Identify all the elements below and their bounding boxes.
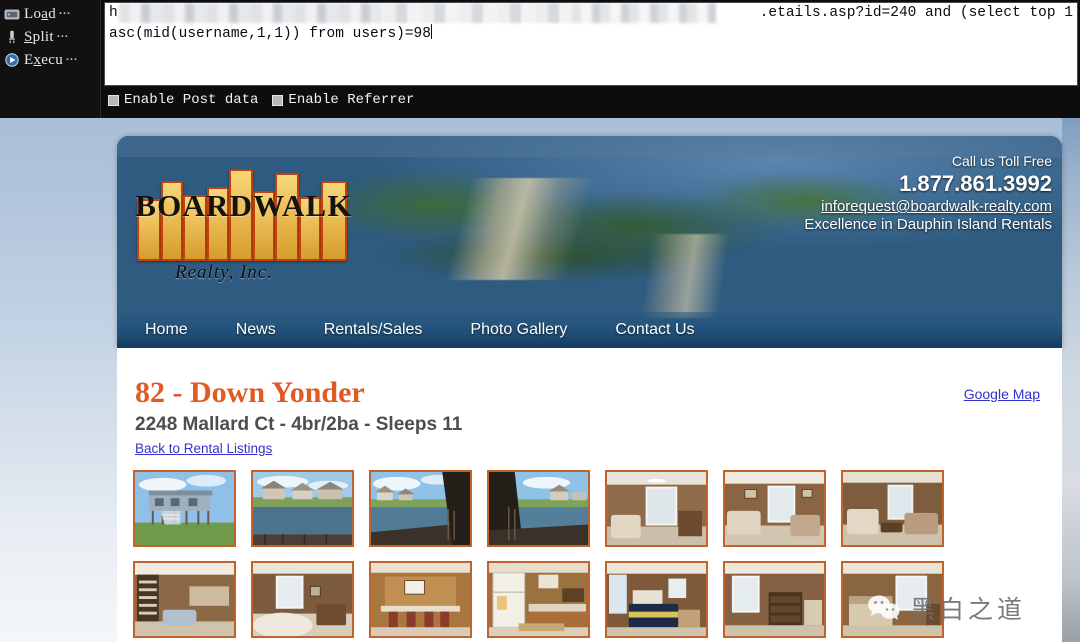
listing-content: Google Map 82 - Down Yonder 2248 Mallard…: [117, 348, 1062, 642]
kitchen-bar-stools-photo: [371, 563, 470, 636]
thumbnail-item[interactable]: [723, 470, 826, 547]
url-line-two: asc(mid(username,1,1)) from users)=98: [105, 24, 1077, 45]
wechat-icon: [867, 595, 900, 620]
nav-item-contact-us[interactable]: Contact Us: [615, 321, 694, 339]
site-banner: BOARDWALK Realty, Inc. Call us Toll Free…: [117, 136, 1062, 348]
nav-item-home[interactable]: Home: [145, 321, 188, 339]
screenshot-root: Load ··· Split ··· Execu ··· h .etails.a…: [0, 0, 1080, 642]
banner-shoreline-overlay-2: [495, 233, 1044, 319]
nav-item-news[interactable]: News: [236, 321, 276, 339]
living-room-dark-panel-photo: [843, 472, 942, 545]
wechat-watermark: 黑白之道: [867, 590, 1026, 626]
url-prefix: h: [109, 5, 118, 21]
enable-referrer-checkbox[interactable]: Enable Referrer: [272, 92, 414, 108]
checkbox-box: [108, 94, 119, 106]
execute-button-label: Execu: [24, 51, 63, 68]
options-row: Enable Post data Enable Referrer: [108, 92, 414, 108]
load-button[interactable]: Load ···: [4, 3, 100, 25]
page-right-gradient: [1062, 118, 1080, 642]
enable-referrer-label: Enable Referrer: [288, 92, 415, 108]
redacted-url-block-2: [383, 3, 571, 23]
den-bookshelf-photo: [135, 563, 234, 636]
browser-viewport: BOARDWALK Realty, Inc. Call us Toll Free…: [0, 118, 1080, 642]
watermark-text: 黑白之道: [909, 597, 1026, 624]
logo-wordmark: BOARDWALK: [135, 188, 353, 223]
bedroom-navy-bed-photo: [607, 563, 706, 636]
thumbnail-item[interactable]: [723, 561, 826, 638]
kitchen-fridge-photo: [489, 563, 588, 636]
url-line-one: h .etails.asp?id=240 and (select top 1: [105, 3, 1077, 24]
canal-boardwalk-right-photo: [489, 472, 588, 545]
site-tagline: Excellence in Dauphin Island Rentals: [804, 216, 1052, 234]
living-room-white-sofa-photo: [253, 563, 352, 636]
thumbnail-item[interactable]: [605, 561, 708, 638]
redacted-url-block-1: [119, 3, 383, 23]
contact-block: Call us Toll Free 1.877.861.3992 inforeq…: [804, 153, 1052, 234]
thumbnail-item[interactable]: [605, 470, 708, 547]
split-button-label: Split: [24, 28, 54, 45]
canal-view-houses-photo: [253, 472, 352, 545]
enable-post-data-label: Enable Post data: [124, 92, 259, 108]
thumbnail-item[interactable]: [133, 470, 236, 547]
redacted-url-block-3: [571, 3, 716, 23]
url-suffix: .etails.asp?id=240 and (select top 1: [759, 5, 1073, 21]
load-button-label: Load: [24, 5, 57, 22]
nav-item-photo-gallery[interactable]: Photo Gallery: [470, 321, 567, 339]
split-button[interactable]: Split ···: [4, 26, 100, 48]
thumbnail-item[interactable]: [251, 561, 354, 638]
sql-tool-panel: Load ··· Split ··· Execu ··· h .etails.a…: [0, 0, 1080, 118]
thumbnail-item[interactable]: [133, 561, 236, 638]
back-to-listings-link[interactable]: Back to Rental Listings: [135, 441, 272, 456]
toll-free-label: Call us Toll Free: [951, 153, 1052, 169]
url-query-textarea[interactable]: h .etails.asp?id=240 and (select top 1 as…: [104, 2, 1078, 86]
thumbnail-item[interactable]: [487, 561, 590, 638]
phone-number: 1.877.861.3992: [899, 170, 1052, 196]
execute-button[interactable]: Execu ···: [4, 49, 100, 71]
thumbnail-item[interactable]: [487, 470, 590, 547]
house-exterior-stilts-photo: [135, 472, 234, 545]
canal-boardwalk-left-photo: [371, 472, 470, 545]
living-room-wicker-photo: [607, 472, 706, 545]
google-map-link[interactable]: Google Map: [964, 386, 1040, 402]
website-container: BOARDWALK Realty, Inc. Call us Toll Free…: [117, 118, 1062, 642]
execute-play-icon: [5, 53, 19, 67]
listing-subtitle: 2248 Mallard Ct - 4br/2ba - Sleeps 11: [135, 414, 463, 435]
listing-title: 82 - Down Yonder: [135, 376, 365, 409]
bedroom-dresser-photo: [725, 563, 824, 636]
split-button-ellipsis: ···: [55, 28, 69, 45]
boardwalk-logo[interactable]: BOARDWALK Realty, Inc.: [135, 150, 353, 295]
thumbnail-item[interactable]: [841, 470, 944, 547]
checkbox-box: [272, 94, 284, 106]
thumbnail-item[interactable]: [251, 470, 354, 547]
execute-button-ellipsis: ···: [65, 51, 78, 68]
living-room-sofa-photo: [725, 472, 824, 545]
thumbnail-item[interactable]: [369, 470, 472, 547]
split-tool-icon: [9, 30, 15, 44]
logo-tagline: Realty, Inc.: [175, 262, 273, 283]
email-link[interactable]: inforequest@boardwalk-realty.com: [804, 198, 1052, 215]
thumbnail-item[interactable]: [369, 561, 472, 638]
enable-post-data-checkbox[interactable]: Enable Post data: [108, 92, 258, 108]
tool-sidebar: Load ··· Split ··· Execu ···: [0, 0, 101, 118]
text-caret: [430, 24, 432, 39]
main-navigation: Home News Rentals/Sales Photo Gallery Co…: [117, 312, 1062, 348]
load-button-ellipsis: ···: [58, 5, 71, 22]
folder-load-icon: [4, 9, 20, 20]
nav-item-rentals-sales[interactable]: Rentals/Sales: [324, 321, 423, 339]
